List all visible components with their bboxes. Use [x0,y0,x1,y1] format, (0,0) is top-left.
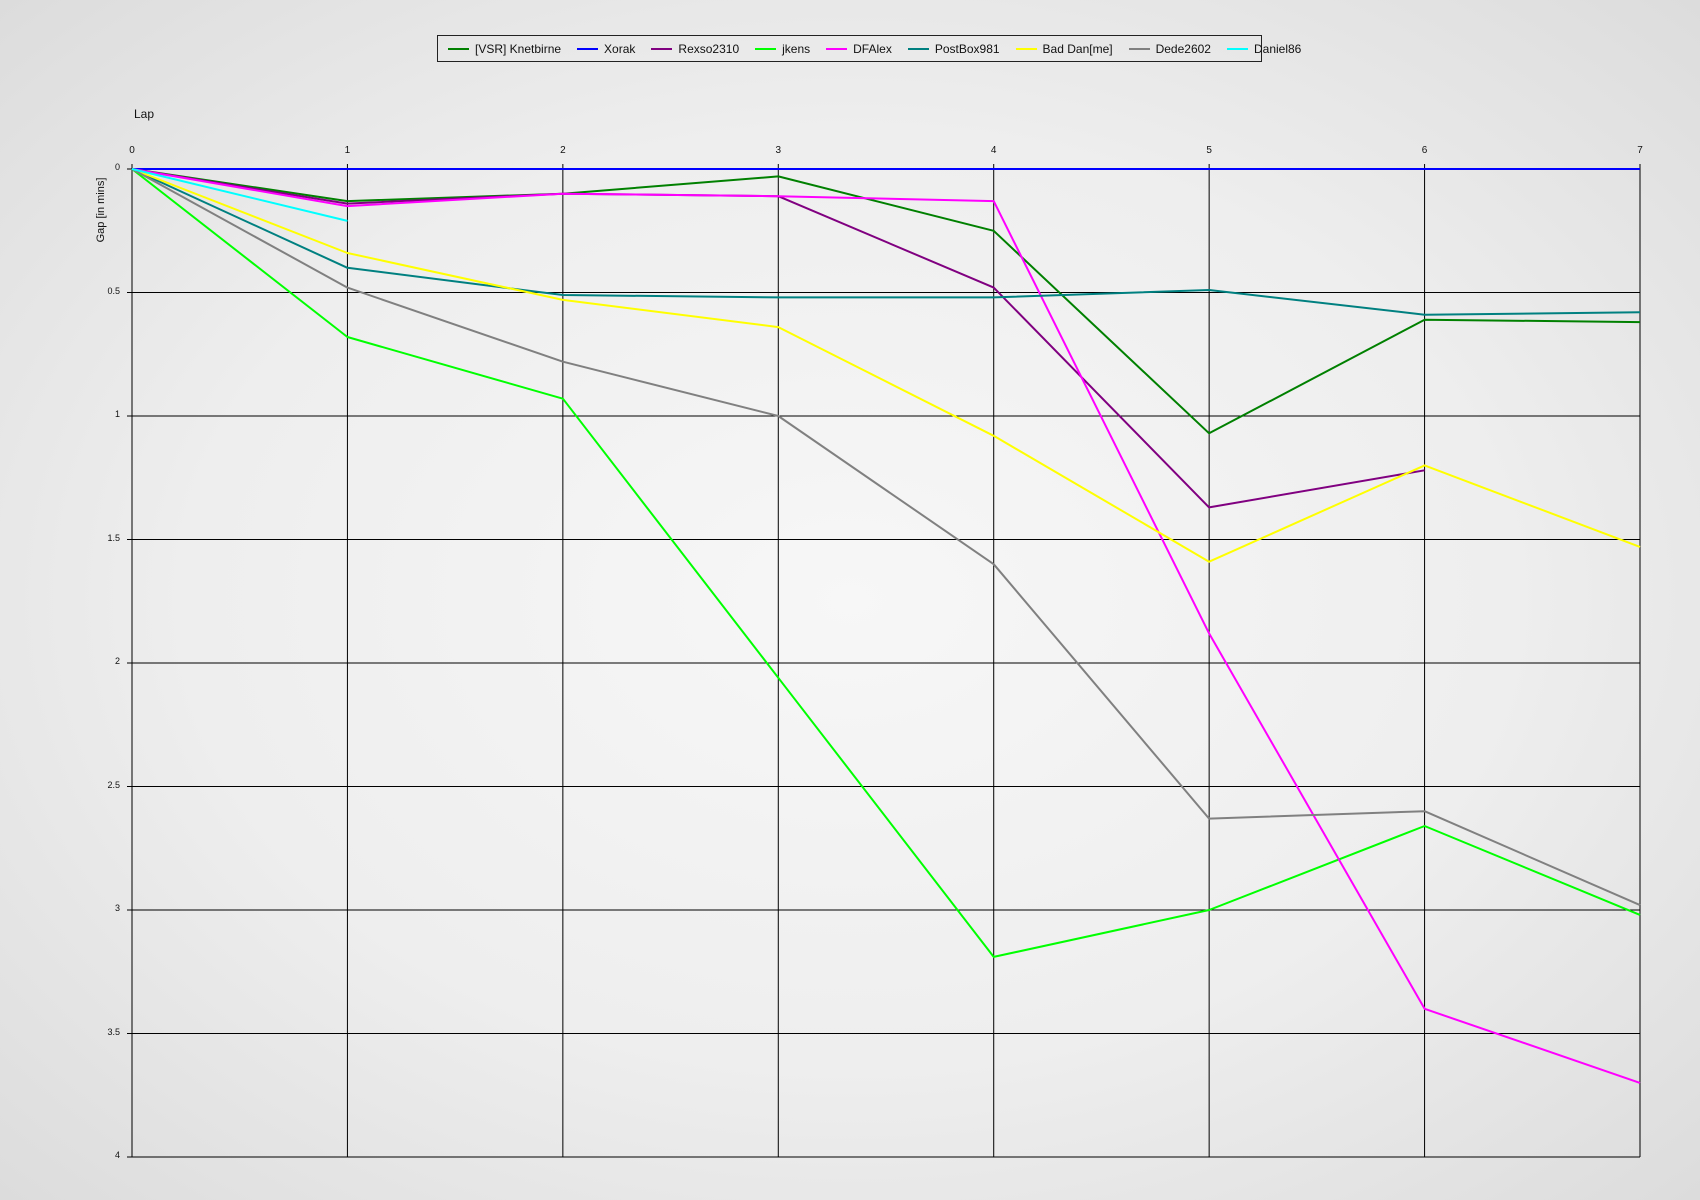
x-tick-label: 7 [1637,145,1643,156]
y-tick-label: 2 [114,656,120,666]
legend-label: Rexso2310 [678,41,740,56]
y-axis-label: Gap [in mins] [95,177,107,243]
y-tick-label: 1.5 [107,532,120,543]
x-tick-label: 5 [1206,145,1212,156]
x-tick-label: 0 [129,145,135,156]
y-tick-label: 0 [114,162,120,172]
legend-item: DFAlex [826,42,892,56]
x-tick-label: 6 [1421,145,1428,156]
y-tick-label: 2.5 [107,779,120,790]
x-axis-label: Lap [134,107,155,121]
legend-swatch [448,47,469,50]
y-tick-label: 3 [114,903,120,913]
legend-item: Rexso2310 [651,42,739,56]
line-chart [127,164,1641,1158]
legend-label: Xorak [604,41,636,56]
series-line [131,168,1641,563]
series-line [131,168,1641,907]
legend-swatch [1128,47,1150,50]
legend-item: Dede2602 [1128,41,1211,56]
legend-label: jkens [782,41,811,56]
legend-item: Daniel86 [1226,41,1302,56]
series-layer [131,168,1641,1084]
legend-swatch [907,47,929,50]
legend-swatch [1226,47,1248,50]
x-tick-label: 3 [775,145,782,156]
legend-swatch [651,47,673,50]
legend-label: Daniel86 [1253,41,1302,56]
y-tick-label: 1 [114,409,120,419]
legend-label: Dede2602 [1155,41,1211,56]
legend-label: DFAlex [853,41,892,56]
legend-item: Bad Dan[me] [1015,41,1113,56]
legend-swatch [826,47,848,50]
series-line [131,168,1641,1084]
x-tick-label: 1 [344,145,351,156]
legend-item: jkens [755,42,810,56]
y-tick-label: 3.5 [107,1026,120,1037]
legend-item: [VSR] Knetbirne [448,42,561,56]
legend-swatch [755,47,777,50]
legend-item: PostBox981 [907,41,1000,56]
y-tick-label: 4 [114,1150,120,1160]
legend-label: [VSR] Knetbirne [475,41,562,56]
legend-label: PostBox981 [934,41,1000,56]
legend: [VSR] Knetbirne Xorak Rexso2310 jkens DFAlex… [437,35,1301,62]
x-tick-label: 4 [990,145,997,156]
legend-label: Bad Dan[me] [1042,41,1113,56]
y-tick-label: 0.5 [107,285,120,296]
legend-item: Xorak [577,42,635,56]
x-tick-label: 2 [560,145,566,156]
series-line [131,168,1641,435]
series-line [131,168,1641,958]
legend-swatch [1015,47,1037,50]
legend-swatch [577,47,599,50]
